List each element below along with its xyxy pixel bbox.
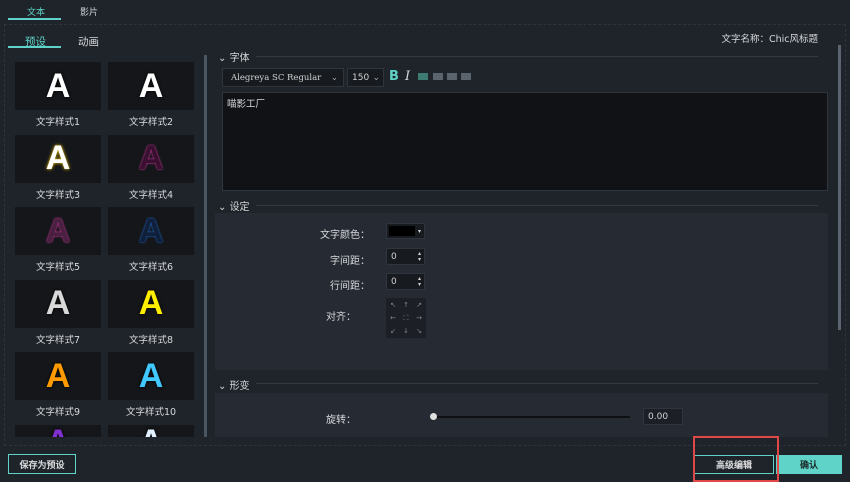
letter-spacing-label: 字间距：	[330, 256, 370, 267]
transform-panel	[215, 393, 828, 437]
transform-section-header[interactable]: ⌄ 形变	[218, 377, 250, 392]
align-right-button[interactable]	[447, 73, 457, 80]
rotate-slider-track[interactable]	[433, 416, 630, 418]
divider	[256, 383, 818, 384]
settings-section-header[interactable]: ⌄ 设定	[218, 198, 250, 213]
text-name: 文字名称：Chic风标题	[721, 34, 818, 45]
preset-tile[interactable]: A	[108, 134, 194, 183]
preset-label: 文字样式2	[128, 117, 174, 128]
preset-tile[interactable]: A	[15, 423, 101, 437]
settings-section-title: 设定	[229, 202, 250, 213]
line-spacing-stepper[interactable]: 0 ▴ ▾	[386, 273, 425, 290]
align-label: 对齐：	[326, 312, 356, 323]
preset-glyph: A	[45, 284, 71, 323]
align-position-icon[interactable]: ↘	[413, 325, 425, 337]
divider	[256, 56, 818, 57]
font-family-select[interactable]: Alegreya SC Regular ⌄	[222, 68, 344, 87]
preset-glyph: A	[138, 66, 164, 105]
align-left-button[interactable]	[418, 73, 428, 80]
font-section-title: 字体	[229, 53, 250, 64]
text-color-picker[interactable]: ▾	[386, 223, 425, 239]
highlight-box	[693, 436, 779, 482]
preset-glyph: A	[45, 139, 71, 178]
rotate-label: 旋转：	[326, 415, 356, 426]
preset-label: 文字样式3	[35, 189, 81, 201]
right-scrollbar[interactable]	[838, 45, 841, 330]
align-position-icon[interactable]: →	[413, 312, 425, 324]
top-tab-video[interactable]: 影片	[80, 5, 98, 18]
rotate-slider-handle[interactable]	[430, 413, 437, 420]
align-center-button[interactable]	[433, 73, 443, 80]
font-size-select[interactable]: 150 ⌄	[347, 68, 384, 87]
align-justify-button[interactable]	[461, 73, 471, 80]
preset-glyph: A	[138, 284, 164, 323]
preset-tile[interactable]: A	[15, 207, 101, 256]
top-tab-underline	[8, 18, 61, 20]
align-position-icon[interactable]: ←	[387, 312, 399, 324]
divider	[256, 205, 818, 206]
preset-tile[interactable]: A	[15, 352, 101, 401]
preset-label: 文字样式4	[128, 189, 174, 201]
letter-spacing-stepper[interactable]: 0 ▴ ▾	[386, 248, 425, 265]
preset-glyph: A	[45, 211, 71, 250]
preset-tile[interactable]: A	[15, 279, 101, 328]
preset-label: 文字样式8	[128, 334, 174, 346]
sub-tab-underline	[8, 46, 61, 48]
preset-tile[interactable]: A	[108, 352, 194, 401]
preset-glyph: A	[138, 211, 164, 250]
align-position-icon[interactable]: ↙	[387, 325, 399, 337]
align-position-icon[interactable]: ↑	[400, 299, 412, 311]
preset-label: 文字样式10	[125, 407, 177, 419]
alignment-grid: ↖ ↑ ↗ ← ⛶ → ↙ ↓ ↘	[386, 298, 426, 338]
bold-button[interactable]: B	[389, 69, 399, 84]
preset-tile[interactable]: A	[108, 279, 194, 328]
italic-button[interactable]: I	[405, 69, 410, 84]
preset-tile[interactable]: A	[108, 207, 194, 256]
align-position-icon[interactable]: ⛶	[400, 312, 412, 324]
chevron-down-icon: ⌄	[330, 72, 338, 83]
transform-section-title: 形变	[229, 381, 250, 392]
preset-glyph: A	[46, 423, 71, 437]
align-position-icon[interactable]: ↓	[400, 325, 412, 337]
preset-label: 文字样式7	[35, 334, 81, 346]
top-tab-text[interactable]: 文本	[27, 5, 45, 18]
preset-glyph: A	[138, 139, 164, 178]
rotate-value-input[interactable]: 0.00	[643, 408, 683, 425]
line-spacing-label: 行间距：	[330, 281, 370, 292]
preset-tile[interactable]: A	[108, 62, 194, 110]
confirm-button[interactable]: 确认	[776, 455, 842, 474]
align-position-icon[interactable]: ↗	[413, 299, 425, 311]
text-content-input[interactable]: 喵影工厂	[222, 92, 828, 191]
preset-glyph: A	[138, 356, 164, 395]
preset-tile[interactable]: A	[108, 423, 194, 437]
preset-label: 文字样式1	[35, 117, 81, 128]
color-swatch	[389, 226, 415, 236]
preset-glyph: A	[45, 66, 71, 105]
text-color-label: 文字颜色：	[320, 230, 370, 241]
preset-scrollbar[interactable]	[204, 55, 207, 437]
preset-tile[interactable]: A	[15, 134, 101, 183]
preset-glyph: A	[45, 356, 71, 395]
preset-label: 文字样式9	[35, 407, 81, 419]
font-section-header[interactable]: ⌄ 字体	[218, 49, 250, 64]
preset-tile[interactable]: A	[15, 62, 101, 110]
preset-label: 文字样式5	[35, 262, 81, 274]
sub-tab-animation[interactable]: 动画	[78, 34, 99, 49]
align-position-icon[interactable]: ↖	[387, 299, 399, 311]
preset-label: 文字样式6	[128, 262, 174, 274]
chevron-down-icon: ⌄	[372, 72, 380, 83]
save-preset-button[interactable]: 保存为预设	[8, 454, 76, 474]
preset-glyph: A	[139, 423, 164, 437]
